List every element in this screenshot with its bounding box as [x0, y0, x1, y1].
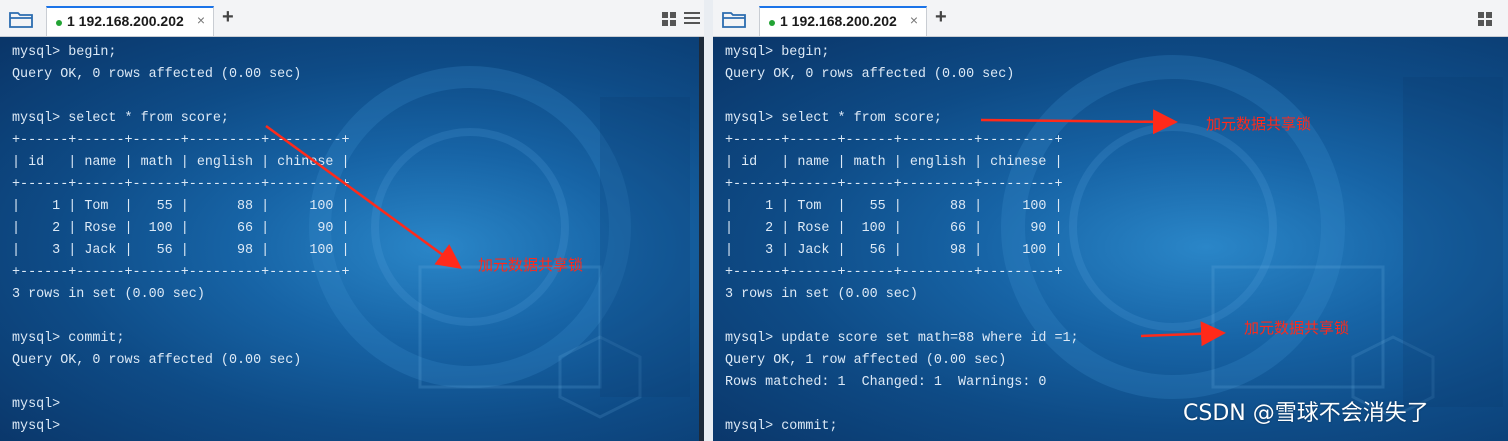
- session-tab[interactable]: 1 192.168.200.202 ×: [46, 6, 214, 36]
- terminal-line: Query OK, 0 rows affected (0.00 sec): [12, 353, 302, 368]
- tab-title: 1 192.168.200.202: [67, 13, 184, 29]
- menu-icon[interactable]: [684, 11, 700, 25]
- terminal-line: mysql> select * from score;: [12, 111, 229, 126]
- annotation-label: 加元数据共享锁: [1244, 319, 1350, 337]
- terminal-line: +------+------+------+---------+--------…: [725, 133, 1063, 148]
- annotation-label: 加元数据共享锁: [478, 256, 584, 274]
- terminal-lines: mysql> begin; Query OK, 0 rows affected (…: [12, 42, 350, 438]
- terminal-line: Query OK, 0 rows affected (0.00 sec): [12, 67, 302, 82]
- folder-icon[interactable]: [721, 9, 747, 29]
- terminal-line: | 2 | Rose | 100 | 66 | 90 |: [725, 221, 1063, 236]
- plus-icon[interactable]: +: [935, 6, 947, 29]
- annotation-label: 加元数据共享锁: [1206, 115, 1312, 133]
- terminal-line: | 3 | Jack | 56 | 98 | 100 |: [12, 243, 350, 258]
- plus-icon[interactable]: +: [222, 6, 234, 29]
- window-divider: [704, 0, 713, 441]
- left-terminal-window: 1 192.168.200.202 × + mysql> begin; Query…: [0, 0, 704, 441]
- terminal-line: mysql> begin;: [12, 45, 117, 60]
- terminal-line: Rows matched: 1 Changed: 1 Warnings: 0: [725, 375, 1047, 390]
- terminal-line: +------+------+------+---------+--------…: [725, 265, 1063, 280]
- terminal-line: +------+------+------+---------+--------…: [12, 265, 350, 280]
- terminal-line: mysql> commit;: [725, 419, 838, 434]
- terminal-line: | 1 | Tom | 55 | 88 | 100 |: [725, 199, 1063, 214]
- status-dot-icon: [769, 20, 775, 26]
- terminal-line: 3 rows in set (0.00 sec): [12, 287, 205, 302]
- terminal-line: +------+------+------+---------+--------…: [12, 133, 350, 148]
- tab-bar: 1 192.168.200.202 × +: [713, 0, 1508, 37]
- terminal-line: | 3 | Jack | 56 | 98 | 100 |: [725, 243, 1063, 258]
- watermark: CSDN @雪球不会消失了: [1183, 401, 1429, 426]
- terminal-line: | 1 | Tom | 55 | 88 | 100 |: [12, 199, 350, 214]
- close-icon[interactable]: ×: [910, 12, 918, 28]
- terminal-line: +------+------+------+---------+--------…: [12, 177, 350, 192]
- terminal-line: | id | name | math | english | chinese |: [725, 155, 1063, 170]
- terminal-line: mysql>: [12, 419, 61, 434]
- terminal-line: Query OK, 1 row affected (0.00 sec): [725, 353, 1007, 368]
- terminal-line: | id | name | math | english | chinese |: [12, 155, 350, 170]
- terminal-line: mysql> commit;: [12, 331, 125, 346]
- terminal-line: Query OK, 0 rows affected (0.00 sec): [725, 67, 1015, 82]
- close-icon[interactable]: ×: [197, 12, 205, 28]
- terminal-line: mysql> begin;: [725, 45, 830, 60]
- terminal-output[interactable]: mysql> begin; Query OK, 0 rows affected (…: [0, 37, 704, 441]
- terminal-line: mysql> update score set math=88 where id…: [725, 331, 1079, 346]
- terminal-line: mysql> select * from score;: [725, 111, 942, 126]
- terminal-line: 3 rows in set (0.00 sec): [725, 287, 918, 302]
- folder-icon[interactable]: [8, 9, 34, 29]
- tab-bar: 1 192.168.200.202 × +: [0, 0, 704, 37]
- terminal-lines: mysql> begin; Query OK, 0 rows affected (…: [725, 42, 1079, 438]
- terminal-output[interactable]: mysql> begin; Query OK, 0 rows affected (…: [713, 37, 1508, 441]
- right-terminal-window: 1 192.168.200.202 × + mysql> begin; Query…: [713, 0, 1508, 441]
- status-dot-icon: [56, 20, 62, 26]
- terminal-line: +------+------+------+---------+--------…: [725, 177, 1063, 192]
- grid-view-icon[interactable]: [1478, 12, 1492, 26]
- grid-view-icon[interactable]: [662, 12, 676, 26]
- terminal-line: mysql>: [12, 397, 61, 412]
- terminal-line: | 2 | Rose | 100 | 66 | 90 |: [12, 221, 350, 236]
- tab-title: 1 192.168.200.202: [780, 13, 897, 29]
- session-tab[interactable]: 1 192.168.200.202 ×: [759, 6, 927, 36]
